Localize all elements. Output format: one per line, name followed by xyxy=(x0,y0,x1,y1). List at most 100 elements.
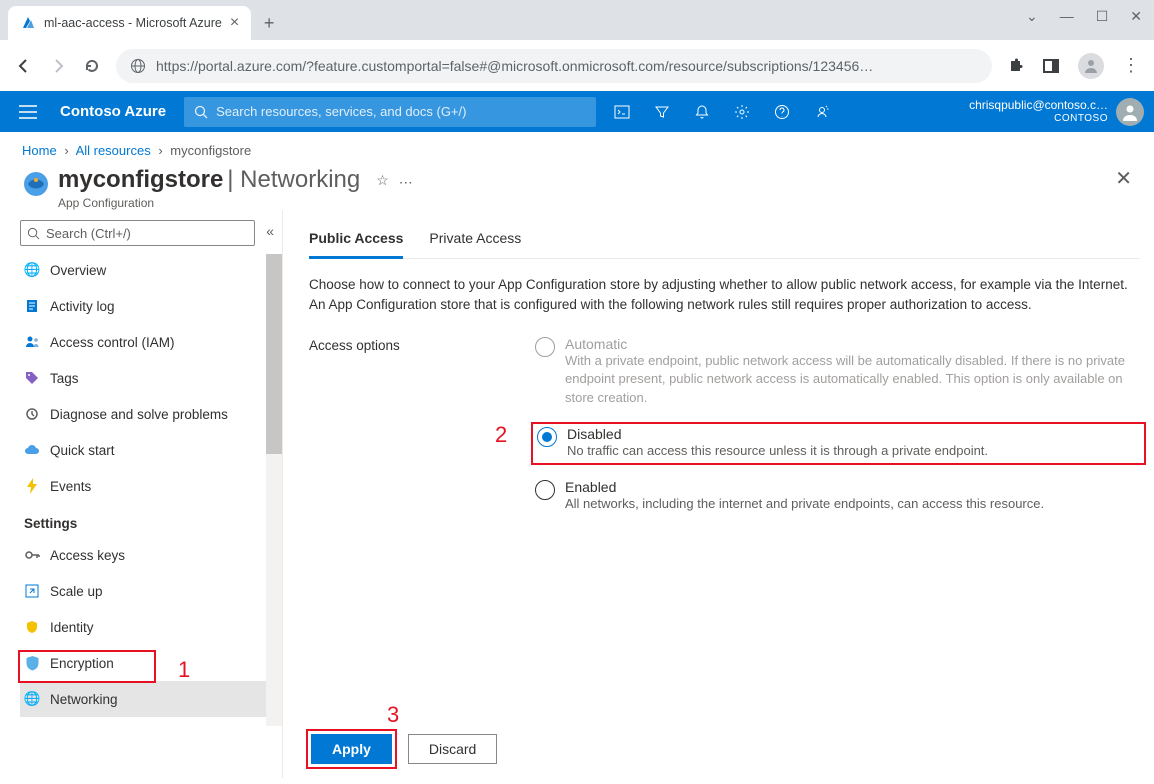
blade-section: Networking xyxy=(240,166,360,193)
close-blade-button[interactable]: ✕ xyxy=(1115,166,1132,191)
sidebar-item-identity[interactable]: Identity xyxy=(20,609,282,645)
chrome-menu-icon[interactable]: ⋮ xyxy=(1122,55,1140,76)
identity-icon xyxy=(24,620,40,634)
option-title: Disabled xyxy=(567,426,988,442)
radio-disabled[interactable] xyxy=(537,427,557,447)
site-info-icon[interactable] xyxy=(130,58,146,74)
sidebar-item-label: Identity xyxy=(50,620,94,635)
option-automatic: Automatic With a private endpoint, publi… xyxy=(535,336,1140,409)
option-title: Automatic xyxy=(565,336,1140,352)
sidebar-item-events[interactable]: Events xyxy=(20,468,282,504)
url-text: https://portal.azure.com/?feature.custom… xyxy=(156,58,873,74)
maximize-icon[interactable]: ☐ xyxy=(1096,8,1109,25)
globe-icon: 🌐 xyxy=(24,691,40,707)
sidebar-item-label: Scale up xyxy=(50,584,103,599)
sidebar-item-quickstart[interactable]: Quick start xyxy=(20,432,282,468)
browser-tab[interactable]: ml-aac-access - Microsoft Azure × xyxy=(8,6,251,40)
scale-icon xyxy=(24,584,40,598)
sidebar-item-properties[interactable]: Properties xyxy=(20,717,282,722)
discard-button[interactable]: Discard xyxy=(408,734,497,764)
profile-avatar[interactable] xyxy=(1078,53,1104,79)
search-icon xyxy=(194,105,208,119)
sidebar-item-label: Activity log xyxy=(50,299,115,314)
tab-close-icon[interactable]: × xyxy=(230,14,239,32)
sidebar-item-iam[interactable]: Access control (IAM) xyxy=(20,324,282,360)
sidebar-item-label: Overview xyxy=(50,263,106,278)
radio-enabled[interactable] xyxy=(535,480,555,500)
filter-icon[interactable] xyxy=(654,104,670,120)
sidebar-item-overview[interactable]: 🌐Overview xyxy=(20,252,282,288)
azure-favicon xyxy=(20,15,36,31)
sidebar-item-activitylog[interactable]: Activity log xyxy=(20,288,282,324)
sidebar-item-diagnose[interactable]: Diagnose and solve problems xyxy=(20,396,282,432)
resource-name: myconfigstore xyxy=(58,166,223,193)
back-button[interactable] xyxy=(14,57,34,75)
apply-button[interactable]: Apply xyxy=(311,734,392,764)
more-actions-icon[interactable]: ⋯ xyxy=(399,174,413,191)
tag-icon xyxy=(24,371,40,385)
option-desc: All networks, including the internet and… xyxy=(565,495,1044,514)
option-title: Enabled xyxy=(565,479,1044,495)
minimize-icon[interactable]: — xyxy=(1060,8,1074,25)
main-content: Public Access Private Access Choose how … xyxy=(283,210,1154,778)
extensions-icon[interactable] xyxy=(1006,57,1024,75)
sidebar-item-scaleup[interactable]: Scale up xyxy=(20,573,282,609)
favorite-button[interactable]: ☆ xyxy=(376,172,389,189)
feedback-icon[interactable] xyxy=(814,104,830,120)
hamburger-menu[interactable] xyxy=(14,105,42,119)
tab-title: ml-aac-access - Microsoft Azure xyxy=(44,16,222,30)
breadcrumb-home[interactable]: Home xyxy=(22,143,57,158)
sidebar-item-accesskeys[interactable]: Access keys xyxy=(20,537,282,573)
option-disabled[interactable]: Disabled No traffic can access this reso… xyxy=(531,422,1146,465)
browser-chrome: ml-aac-access - Microsoft Azure × + ⌄ — … xyxy=(0,0,1154,91)
tab-list: Public Access Private Access xyxy=(309,230,1140,259)
breadcrumb: Home › All resources › myconfigstore xyxy=(0,132,1154,162)
panel-icon[interactable] xyxy=(1042,57,1060,75)
sidebar-item-tags[interactable]: Tags xyxy=(20,360,282,396)
sidebar-item-encryption[interactable]: Encryption xyxy=(20,645,282,681)
search-placeholder: Search resources, services, and docs (G+… xyxy=(216,104,466,119)
cloudshell-icon[interactable] xyxy=(614,104,630,120)
tenant-name: CONTOSO xyxy=(969,113,1108,125)
sidebar-search[interactable]: Search (Ctrl+/) xyxy=(20,220,255,246)
collapse-sidebar-icon[interactable]: « xyxy=(266,223,274,239)
callout-number: 2 xyxy=(495,422,507,448)
reload-button[interactable] xyxy=(82,57,102,75)
sidebar-scrollbar[interactable] xyxy=(266,254,282,726)
breadcrumb-allresources[interactable]: All resources xyxy=(76,143,151,158)
log-icon xyxy=(24,299,40,313)
resource-type: App Configuration xyxy=(58,196,360,210)
iam-icon xyxy=(24,335,40,349)
url-field[interactable]: https://portal.azure.com/?feature.custom… xyxy=(116,49,992,83)
description-text: Choose how to connect to your App Config… xyxy=(309,275,1140,316)
close-window-icon[interactable]: ✕ xyxy=(1130,8,1142,25)
sidebar-settings-heading: Settings xyxy=(24,516,282,531)
sidebar-item-networking[interactable]: 🌐 Networking xyxy=(20,681,282,717)
user-menu[interactable]: chrisqpublic@contoso.c… CONTOSO xyxy=(959,91,1154,132)
forward-button[interactable] xyxy=(48,57,68,75)
breadcrumb-current: myconfigstore xyxy=(170,143,251,158)
sidebar-item-label: Tags xyxy=(50,371,79,386)
portal-brand[interactable]: Contoso Azure xyxy=(60,103,166,120)
sidebar-item-label: Access keys xyxy=(50,548,125,563)
diagnose-icon xyxy=(24,407,40,421)
option-enabled[interactable]: Enabled All networks, including the inte… xyxy=(535,479,1140,514)
chevron-down-icon[interactable]: ⌄ xyxy=(1026,8,1038,25)
cloud-icon xyxy=(24,444,40,456)
action-bar: 3 Apply Discard xyxy=(309,732,497,766)
portal-search[interactable]: Search resources, services, and docs (G+… xyxy=(184,97,596,127)
tab-private-access[interactable]: Private Access xyxy=(429,230,521,258)
shield-icon xyxy=(24,656,40,671)
user-email: chrisqpublic@contoso.c… xyxy=(969,98,1108,112)
option-desc: No traffic can access this resource unle… xyxy=(567,442,988,461)
sidebar-item-label: Events xyxy=(50,479,91,494)
tab-public-access[interactable]: Public Access xyxy=(309,230,403,259)
sidebar-item-label: Networking xyxy=(50,692,118,707)
sidebar-item-label: Access control (IAM) xyxy=(50,335,175,350)
key-icon xyxy=(24,548,40,562)
callout-number: 3 xyxy=(387,702,399,728)
settings-icon[interactable] xyxy=(734,104,750,120)
notifications-icon[interactable] xyxy=(694,104,710,120)
new-tab-button[interactable]: + xyxy=(255,9,283,37)
help-icon[interactable] xyxy=(774,104,790,120)
